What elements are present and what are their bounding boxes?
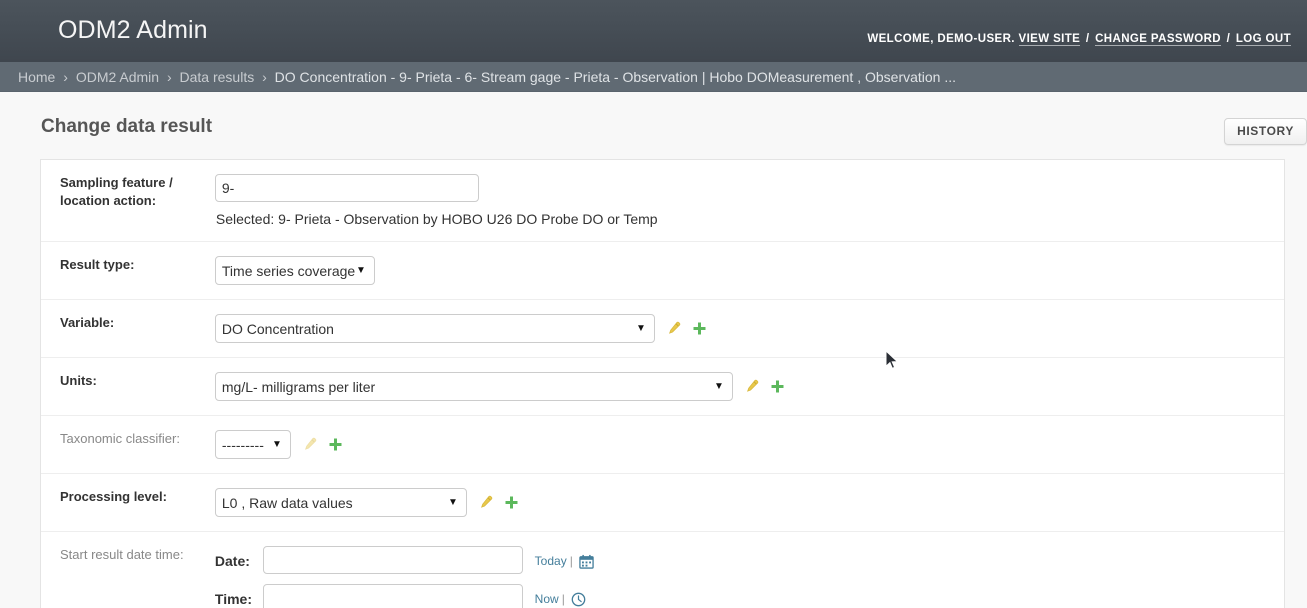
content-area: HISTORY Change data result Sampling feat… (0, 92, 1307, 608)
units-select[interactable]: mg/L- milligrams per liter (214, 372, 733, 401)
form-row-result-type: Result type: Time series coverage ▼ (41, 242, 1284, 300)
breadcrumb-separator-icon: › (262, 69, 267, 85)
object-tools-item: HISTORY (1224, 118, 1307, 145)
label-units: Units: (60, 373, 97, 388)
label-variable: Variable: (60, 315, 115, 330)
processing-level-select[interactable]: L0 , Raw data values (214, 488, 467, 517)
date-shortcuts: Today | (535, 554, 595, 569)
form-row-units: Units: mg/L- milligrams per liter ▼ (41, 358, 1284, 416)
clock-icon[interactable] (568, 592, 586, 607)
field-processing-level: L0 , Raw data values ▼ (214, 488, 519, 517)
plus-icon[interactable] (328, 437, 343, 452)
field-start-result-date-time: Date: Today | Time: Now | (215, 546, 594, 608)
variable-select[interactable]: DO Concentration (214, 314, 655, 343)
field-taxonomic-classifier: --------- ▼ (214, 430, 343, 459)
sampling-feature-selected-text: Selected: 9- Prieta - Observation by HOB… (215, 211, 658, 227)
breadcrumb: Home › ODM2 Admin › Data results › DO Co… (0, 62, 1307, 92)
user-tools-separator-1: / (1085, 33, 1090, 45)
user-tools: WELCOME, DEMO-USER. VIEW SITE / CHANGE P… (867, 33, 1291, 46)
variable-select-wrapper: DO Concentration ▼ (214, 314, 655, 343)
plus-icon[interactable] (770, 379, 785, 394)
pencil-icon[interactable] (744, 379, 759, 394)
start-time-row: Time: Now | (215, 584, 594, 608)
object-tools: HISTORY (1224, 118, 1307, 145)
label-result-type: Result type: (60, 257, 135, 272)
site-title[interactable]: ODM2 Admin (58, 13, 208, 47)
form-row-sampling-feature: Sampling feature / location action: Sele… (41, 160, 1284, 242)
field-sampling-feature: Selected: 9- Prieta - Observation by HOB… (214, 174, 658, 227)
field-result-type: Time series coverage ▼ (214, 256, 375, 285)
label-taxonomic-classifier: Taxonomic classifier: (60, 431, 180, 446)
welcome-text: WELCOME, (867, 33, 934, 45)
now-link[interactable]: Now (535, 592, 559, 606)
label-start-result-date-time: Start result date time: (60, 547, 184, 562)
taxonomic-classifier-select-wrapper: --------- ▼ (214, 430, 291, 459)
time-shortcuts: Now | (535, 592, 586, 607)
breadcrumb-separator-icon: › (166, 69, 172, 85)
label-processing-level: Processing level: (60, 489, 167, 504)
user-tools-separator-2: / (1226, 33, 1231, 45)
start-date-row: Date: Today | (215, 546, 594, 574)
form-row-variable: Variable: DO Concentration ▼ (41, 300, 1284, 358)
pencil-icon[interactable] (478, 495, 493, 510)
result-type-select[interactable]: Time series coverage (214, 256, 375, 285)
history-button[interactable]: HISTORY (1224, 118, 1307, 145)
processing-level-select-wrapper: L0 , Raw data values ▼ (214, 488, 467, 517)
field-units: mg/L- milligrams per liter ▼ (214, 372, 785, 401)
form-row-processing-level: Processing level: L0 , Raw data values ▼ (41, 474, 1284, 532)
username-label: DEMO-USER. (937, 33, 1015, 45)
field-variable: DO Concentration ▼ (214, 314, 707, 343)
start-date-input[interactable] (262, 546, 523, 574)
form-row-start-result-date-time: Start result date time: Date: Today | Ti… (41, 532, 1284, 608)
site-header: ODM2 Admin WELCOME, DEMO-USER. VIEW SITE… (0, 0, 1307, 62)
branding: ODM2 Admin (58, 13, 208, 47)
today-link[interactable]: Today (535, 554, 567, 568)
breadcrumb-item-data-results[interactable]: Data results (180, 69, 255, 85)
breadcrumb-item-home[interactable]: Home (18, 69, 55, 85)
calendar-icon[interactable] (576, 554, 594, 569)
units-select-wrapper: mg/L- milligrams per liter ▼ (214, 372, 733, 401)
breadcrumb-item-odm2-admin[interactable]: ODM2 Admin (76, 69, 159, 85)
pencil-icon[interactable] (302, 437, 317, 452)
taxonomic-classifier-select[interactable]: --------- (214, 430, 291, 459)
breadcrumb-separator-icon: › (63, 69, 68, 85)
breadcrumb-item-current: DO Concentration - 9- Prieta - 6- Stream… (274, 69, 957, 85)
date-label: Date: (214, 553, 250, 570)
change-form-module: Sampling feature / location action: Sele… (40, 159, 1285, 608)
plus-icon[interactable] (504, 495, 519, 510)
page-container: HISTORY Change data result Sampling feat… (0, 92, 1307, 608)
time-label: Time: (214, 591, 252, 608)
label-sampling-feature: Sampling feature / location action: (60, 175, 173, 208)
log-out-link[interactable]: LOG OUT (1235, 33, 1291, 46)
plus-icon[interactable] (692, 321, 707, 336)
result-type-select-wrapper: Time series coverage ▼ (214, 256, 375, 285)
form-row-taxonomic-classifier: Taxonomic classifier: --------- ▼ (41, 416, 1284, 474)
content-inner: HISTORY Change data result Sampling feat… (23, 92, 1307, 608)
time-shortcut-separator: | (561, 591, 565, 606)
sampling-feature-input[interactable] (214, 174, 479, 202)
page-title: Change data result (41, 116, 213, 137)
start-time-input[interactable] (262, 584, 523, 608)
view-site-link[interactable]: VIEW SITE (1018, 33, 1081, 46)
change-password-link[interactable]: CHANGE PASSWORD (1095, 33, 1221, 46)
date-shortcut-separator: | (569, 553, 573, 568)
pencil-icon[interactable] (666, 321, 681, 336)
